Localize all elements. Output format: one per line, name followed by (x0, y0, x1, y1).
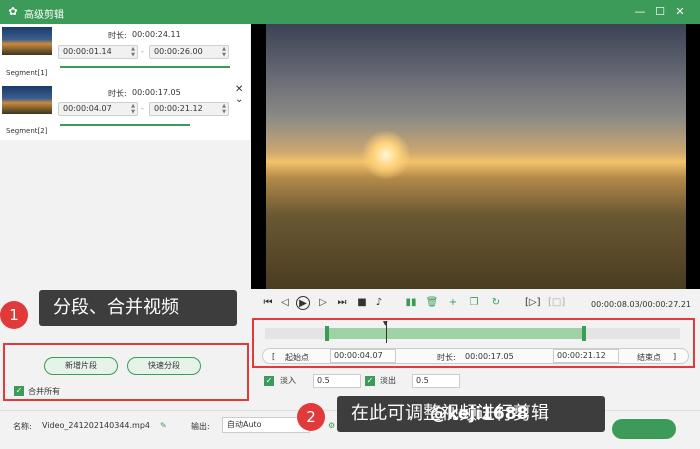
close-bracket: ] (673, 352, 677, 361)
new-segment-button[interactable]: 新增片段 (44, 357, 118, 375)
fade-in-checkbox[interactable]: ✓ (264, 376, 274, 386)
segment-label: Segment[2] (6, 127, 48, 135)
annotation-badge: 1 (0, 301, 28, 329)
skip-start-icon[interactable]: ⏮ (261, 296, 275, 310)
start-point-button[interactable]: 起始点 (285, 352, 309, 363)
fade-out-spinner[interactable]: 0.5 (412, 374, 460, 388)
watermark: @keji1688 (430, 404, 529, 424)
segment-item[interactable]: Segment[2] 时长: 00:00:17.05 00:00:04.07 ▲ ▼… (0, 83, 250, 140)
video-preview[interactable] (251, 24, 700, 289)
segment-duration: 00:00:24.11 (132, 30, 181, 39)
segment-thumbnail (2, 86, 52, 114)
add-icon[interactable]: + (446, 296, 460, 310)
end-handle[interactable] (582, 326, 586, 341)
title-bar: ✿ 高级剪辑 — ☐ ✕ (0, 0, 700, 24)
settings-gear-icon[interactable]: ⚙ (328, 421, 335, 430)
merge-all-checkbox[interactable]: ✓ (14, 386, 24, 396)
duration-value: 00:00:17.05 (465, 352, 514, 361)
close-icon[interactable]: ✕ (672, 4, 688, 20)
playhead-marker-icon[interactable]: ▼ (383, 320, 388, 327)
segment-start-field[interactable]: 00:00:01.14 ▲ ▼ (58, 45, 138, 59)
app-logo-icon: ✿ (8, 5, 18, 18)
start-time-field[interactable]: 00:00:04.07 (330, 349, 396, 363)
window-title: 高级剪辑 (24, 10, 64, 21)
mark-in-icon[interactable]: [▷] (525, 296, 541, 310)
open-bracket: [ (272, 352, 276, 361)
end-time-field[interactable]: 00:00:21.12 (553, 349, 619, 363)
segment-item[interactable]: Segment[1] 时长: 00:00:24.11 00:00:01.14 ▲ ▼… (0, 24, 250, 81)
step-back-icon[interactable]: ◁ (278, 296, 292, 310)
segment-start-field[interactable]: 00:00:04.07 ▲ ▼ (58, 102, 138, 116)
segment-collapse-icon[interactable]: ⌄ (235, 94, 243, 105)
time-readout: 00:00:08.03/00:00:27.21 (591, 300, 691, 309)
fade-in-spinner[interactable]: 0.5 (313, 374, 361, 388)
split-icon[interactable]: ▮▮ (404, 296, 418, 310)
segment-end-field[interactable]: 00:00:21.12 ▲ ▼ (149, 102, 229, 116)
mark-out-icon[interactable]: [□] (548, 296, 565, 310)
name-label: 名称: (13, 422, 32, 431)
fade-in-label: 淡入 (280, 376, 296, 385)
play-icon[interactable]: ▶ (296, 296, 310, 310)
video-sun-glow (361, 130, 411, 180)
fade-out-label: 淡出 (380, 376, 396, 385)
duration-label: 时长: (108, 31, 127, 40)
fade-out-checkbox[interactable]: ✓ (365, 376, 375, 386)
duration-label: 时长: (108, 89, 127, 98)
timeline-selection[interactable] (327, 328, 586, 339)
playback-controls: ⏮ ◁ ▶ ▷ ⏭ ■ ♪ ▮▮ 🗑 + ❐ ↻ [▷] [□] 00:00:0… (251, 291, 700, 316)
stop-icon[interactable]: ■ (355, 296, 369, 310)
duration-label: 时长: (437, 353, 456, 362)
segment-duration: 00:00:17.05 (132, 88, 181, 97)
skip-end-icon[interactable]: ⏭ (335, 296, 349, 310)
end-point-button[interactable]: 结束点 (637, 352, 661, 363)
segment-progress (60, 66, 230, 68)
annotation-badge: 2 (297, 403, 325, 431)
step-forward-icon[interactable]: ▷ (316, 296, 330, 310)
maximize-icon[interactable]: ☐ (652, 4, 668, 20)
range-dash: - (141, 47, 144, 56)
reset-icon[interactable]: ↻ (489, 296, 503, 310)
segment-thumbnail (2, 27, 52, 55)
output-label: 输出: (191, 422, 210, 431)
range-dash: - (141, 104, 144, 113)
volume-icon[interactable]: ♪ (372, 296, 386, 310)
segment-list: Segment[1] 时长: 00:00:24.11 00:00:01.14 ▲ ▼… (0, 24, 250, 140)
copy-icon[interactable]: ❐ (467, 296, 481, 310)
merge-all-label: 合并所有 (28, 387, 60, 396)
segment-label: Segment[1] (6, 69, 48, 77)
quick-split-button[interactable]: 快速分段 (127, 357, 201, 375)
minimize-icon[interactable]: — (632, 4, 648, 20)
delete-icon[interactable]: 🗑 (425, 296, 439, 310)
segment-progress (60, 124, 190, 126)
save-button[interactable] (612, 419, 676, 439)
filename: Video_241202140344.mp4 (42, 421, 150, 430)
edit-name-icon[interactable]: ✎ (160, 421, 167, 430)
start-handle[interactable] (325, 326, 329, 341)
segment-end-field[interactable]: 00:00:26.00 ▲ ▼ (149, 45, 229, 59)
annotation-callout: 分段、合并视频 (39, 290, 237, 326)
video-frame (266, 24, 686, 289)
